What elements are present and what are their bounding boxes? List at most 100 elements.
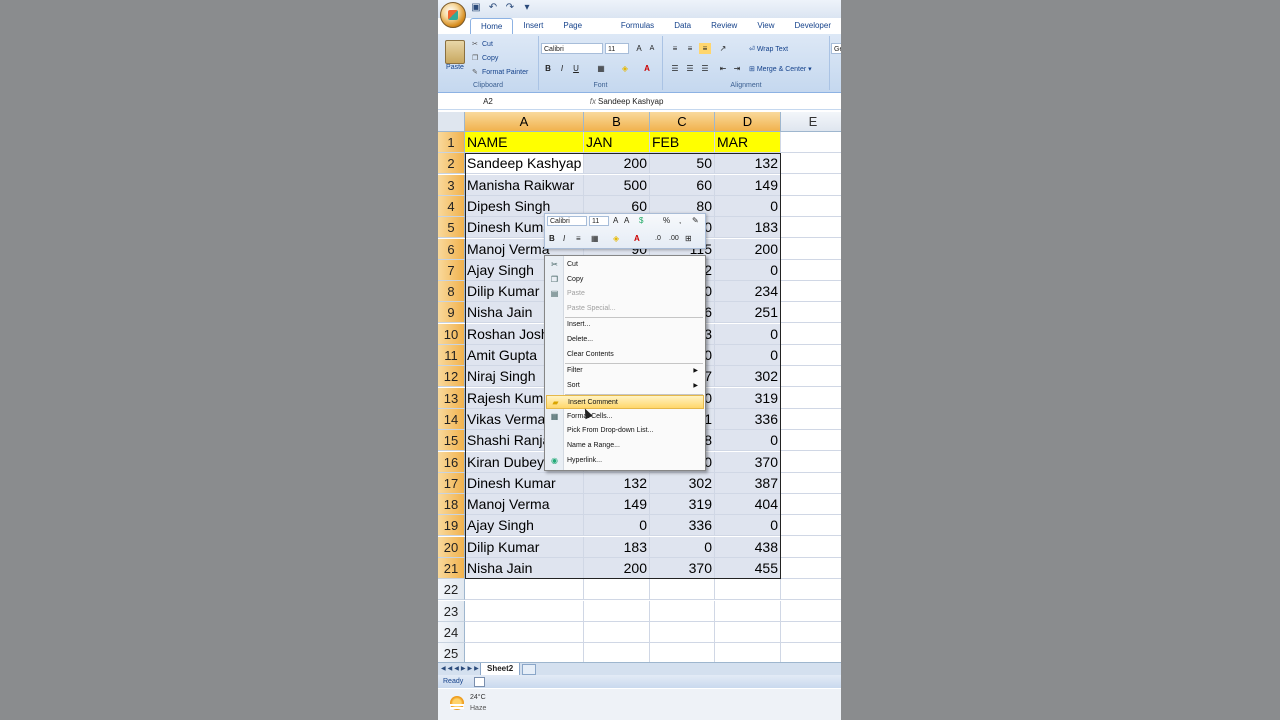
mini-font-combo[interactable]: Calibri	[547, 216, 587, 226]
row-header-17[interactable]: 17	[438, 472, 465, 494]
menu-item-filter[interactable]: Filter ▶	[546, 364, 704, 378]
cell-c21[interactable]: 370	[650, 558, 715, 579]
cell-c24[interactable]	[650, 621, 715, 643]
row-header-4[interactable]: 4	[438, 195, 465, 217]
cell-d2[interactable]: 132	[715, 153, 781, 175]
cell-c1[interactable]: FEB	[650, 132, 715, 153]
mini-fill-color-icon[interactable]: ◈	[613, 234, 619, 244]
row-header-3[interactable]: 3	[438, 174, 465, 196]
cell-a23[interactable]	[465, 600, 584, 622]
cell-e24[interactable]	[781, 622, 841, 643]
align-right-icon[interactable]: ☰	[699, 63, 711, 74]
copy-button[interactable]: ❐ Copy	[472, 54, 498, 62]
paste-button[interactable]: Paste	[444, 40, 466, 76]
row-header-15[interactable]: 15	[438, 430, 465, 452]
cell-a3[interactable]: Manisha Raikwar	[465, 174, 584, 196]
cell-d15[interactable]: 0	[715, 430, 781, 452]
cell-e22[interactable]	[781, 579, 841, 601]
mini-accounting-icon[interactable]: $	[639, 216, 643, 226]
save-icon[interactable]: ▣	[470, 2, 482, 16]
menu-item-sort[interactable]: Sort ▶	[546, 379, 704, 393]
cell-b17[interactable]: 132	[584, 472, 650, 494]
cell-e14[interactable]	[781, 409, 841, 430]
cell-a19[interactable]: Ajay Singh	[465, 515, 584, 537]
tab-review[interactable]: Review	[701, 18, 747, 34]
align-center-icon[interactable]: ☰	[684, 63, 696, 74]
format-painter-button[interactable]: ✎ Format Painter	[472, 68, 528, 76]
cell-c3[interactable]: 60	[650, 174, 715, 196]
cell-e6[interactable]	[781, 239, 841, 260]
cell-d6[interactable]: 200	[715, 238, 781, 260]
menu-item-hyperlink[interactable]: ◉ Hyperlink...	[546, 454, 704, 468]
cell-d24[interactable]	[715, 621, 781, 643]
cell-a20[interactable]: Dilip Kumar	[465, 536, 584, 558]
cell-d23[interactable]	[715, 600, 781, 622]
cell-b3[interactable]: 500	[584, 174, 650, 196]
mini-merge-icon[interactable]: ⊞	[685, 234, 692, 244]
column-header-d[interactable]: D	[715, 112, 781, 132]
row-header-19[interactable]: 19	[438, 515, 465, 537]
mini-decrease-decimal-icon[interactable]: .00	[669, 234, 679, 244]
row-header-12[interactable]: 12	[438, 366, 465, 388]
row-header-11[interactable]: 11	[438, 345, 465, 366]
cell-e5[interactable]	[781, 217, 841, 239]
cell-e11[interactable]	[781, 345, 841, 366]
cell-b22[interactable]	[584, 579, 650, 601]
cell-c19[interactable]: 336	[650, 515, 715, 537]
cell-d4[interactable]: 0	[715, 195, 781, 217]
mini-font-color-icon[interactable]: A	[634, 234, 640, 244]
row-header-18[interactable]: 18	[438, 494, 465, 516]
cell-d18[interactable]: 404	[715, 494, 781, 516]
weather-haze-icon[interactable]	[450, 696, 464, 710]
mini-center-icon[interactable]: ≡	[576, 234, 581, 244]
cell-b21[interactable]: 200	[584, 558, 650, 579]
cell-b24[interactable]	[584, 621, 650, 643]
mini-italic-icon[interactable]: I	[563, 234, 565, 244]
cell-e21[interactable]	[781, 558, 841, 579]
mini-shrink-font-icon[interactable]: A	[624, 216, 629, 226]
cell-d21[interactable]: 455	[715, 558, 781, 579]
increase-indent-icon[interactable]: ⇥	[731, 63, 743, 74]
sheet-nav-icon[interactable]: ◀◀◀▶▶▶	[441, 663, 481, 675]
mini-format-painter-icon[interactable]: ✎	[692, 216, 699, 226]
cell-c23[interactable]	[650, 600, 715, 622]
decrease-indent-icon[interactable]: ⇤	[717, 63, 729, 74]
cell-e18[interactable]	[781, 494, 841, 516]
cell-e20[interactable]	[781, 537, 841, 558]
menu-item-clear-contents[interactable]: Clear Contents	[546, 348, 704, 362]
cell-e16[interactable]	[781, 452, 841, 473]
row-header-8[interactable]: 8	[438, 281, 465, 303]
row-header-6[interactable]: 6	[438, 238, 465, 260]
undo-icon[interactable]: ↶	[487, 2, 499, 16]
office-button[interactable]	[440, 2, 466, 28]
row-header-22[interactable]: 22	[438, 579, 465, 601]
mini-grow-font-icon[interactable]: A	[613, 216, 618, 226]
mini-size-combo[interactable]: 11	[589, 216, 609, 226]
align-top-icon[interactable]: ≡	[669, 43, 681, 54]
mini-increase-decimal-icon[interactable]: .0	[655, 234, 661, 244]
mini-percent-icon[interactable]: %	[663, 216, 670, 226]
tab-view[interactable]: View	[747, 18, 784, 34]
row-header-20[interactable]: 20	[438, 536, 465, 558]
cell-d13[interactable]: 319	[715, 387, 781, 409]
tab-developer[interactable]: Developer	[785, 18, 841, 34]
cell-b18[interactable]: 149	[584, 494, 650, 516]
tab-page-layout[interactable]: Page Layout	[553, 18, 610, 42]
cell-e17[interactable]	[781, 473, 841, 494]
menu-item-format-cells[interactable]: ▦ Format Cells...	[546, 410, 704, 424]
cell-c22[interactable]	[650, 579, 715, 601]
cell-e1[interactable]	[781, 132, 841, 153]
row-header-23[interactable]: 23	[438, 600, 465, 622]
shrink-font-icon[interactable]: A	[646, 43, 658, 54]
name-box[interactable]: A2	[438, 95, 538, 108]
mini-borders-icon[interactable]: ▦	[591, 234, 599, 244]
orientation-icon[interactable]: ↗	[717, 43, 729, 54]
merge-center-button[interactable]: ⊞ Merge & Center ▾	[749, 65, 812, 73]
row-header-13[interactable]: 13	[438, 387, 465, 409]
cell-b19[interactable]: 0	[584, 515, 650, 537]
row-header-16[interactable]: 16	[438, 451, 465, 473]
cell-a21[interactable]: Nisha Jain	[465, 558, 584, 579]
customize-qat-icon[interactable]: ▾	[521, 2, 533, 16]
cell-a24[interactable]	[465, 621, 584, 643]
insert-sheet-icon[interactable]	[522, 664, 536, 675]
